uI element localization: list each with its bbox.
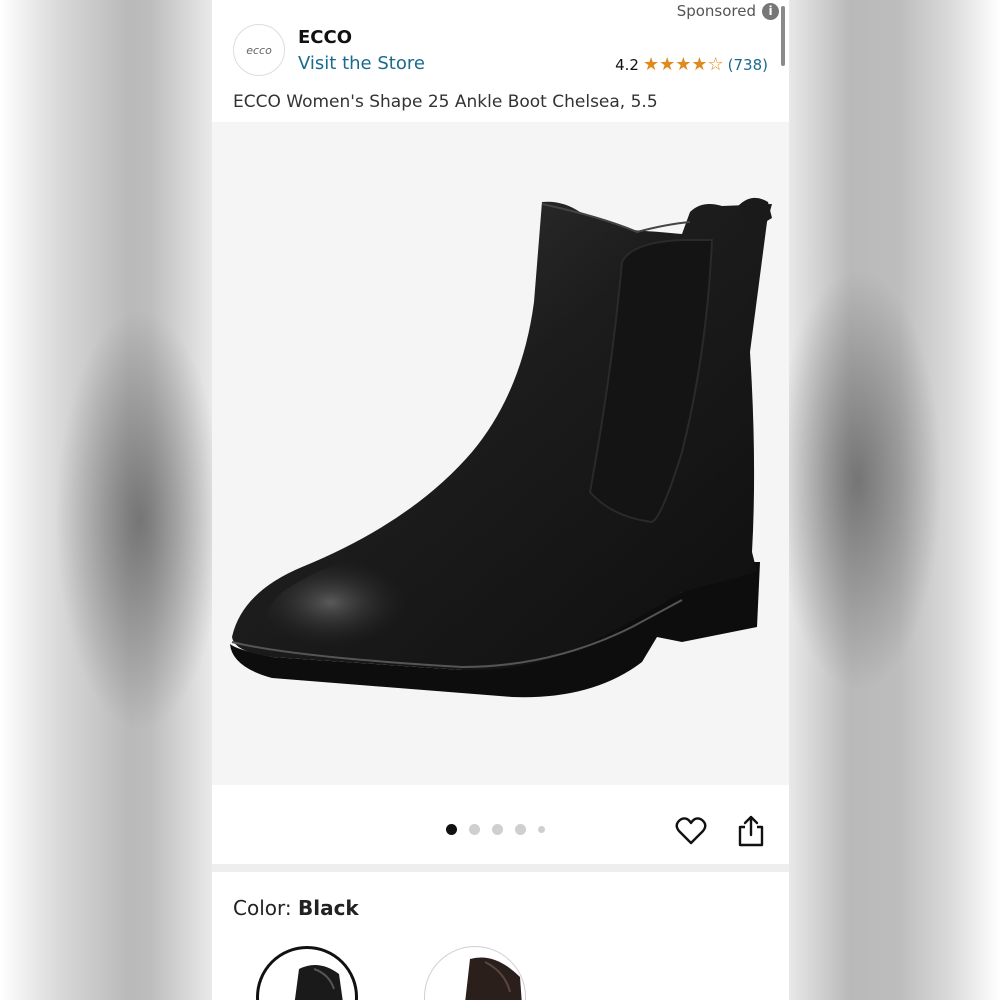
- star-rating: ★★★★☆: [643, 54, 724, 75]
- page-dot-active[interactable]: [446, 824, 457, 835]
- color-swatch-black[interactable]: [256, 946, 358, 1000]
- brand-logo-text: ecco: [246, 43, 272, 57]
- product-image[interactable]: [212, 122, 789, 785]
- review-count-link[interactable]: (738): [728, 56, 768, 74]
- star-icon: ★: [659, 54, 676, 75]
- product-page: Sponsored i ecco ECCO Visit the Store 4.…: [212, 0, 789, 1000]
- selected-color: Black: [297, 896, 359, 920]
- color-label-text: Color:: [233, 896, 298, 920]
- favorite-button[interactable]: [674, 814, 708, 848]
- visit-store-link[interactable]: Visit the Store: [298, 53, 425, 74]
- info-icon[interactable]: i: [762, 2, 779, 20]
- star-outline-icon: ☆: [707, 54, 724, 75]
- share-icon: [738, 815, 764, 847]
- star-icon: ★: [642, 54, 660, 75]
- section-divider: [212, 864, 789, 872]
- color-swatch-brown[interactable]: [424, 946, 526, 1000]
- boot-image: [230, 197, 772, 698]
- swatch-image: [294, 965, 343, 1000]
- color-selector-label: Color: Black: [233, 896, 359, 920]
- sponsored-text: Sponsored: [676, 2, 756, 20]
- background-blur-right: [788, 0, 1000, 1000]
- scrollbar[interactable]: [781, 6, 785, 66]
- share-button[interactable]: [734, 813, 768, 849]
- product-title: ECCO Women's Shape 25 Ankle Boot Chelsea…: [233, 92, 658, 112]
- rating-value: 4.2: [615, 55, 639, 74]
- gallery-controls: [212, 786, 789, 864]
- page-dot[interactable]: [492, 824, 503, 835]
- sponsored-label: Sponsored i: [677, 2, 779, 20]
- page-dot[interactable]: [538, 826, 545, 833]
- brand-logo[interactable]: ecco: [233, 24, 285, 76]
- image-pagination[interactable]: [446, 824, 545, 835]
- page-dot[interactable]: [515, 824, 526, 835]
- brand-name: ECCO: [298, 27, 353, 48]
- star-icon: ★: [675, 54, 692, 75]
- swatch-image: [465, 957, 522, 1000]
- star-icon: ★: [691, 54, 708, 75]
- rating-summary[interactable]: 4.2 ★★★★☆ (738): [615, 54, 768, 75]
- page-dot[interactable]: [469, 824, 480, 835]
- background-blur-left: [0, 0, 212, 1000]
- heart-icon: [675, 817, 707, 845]
